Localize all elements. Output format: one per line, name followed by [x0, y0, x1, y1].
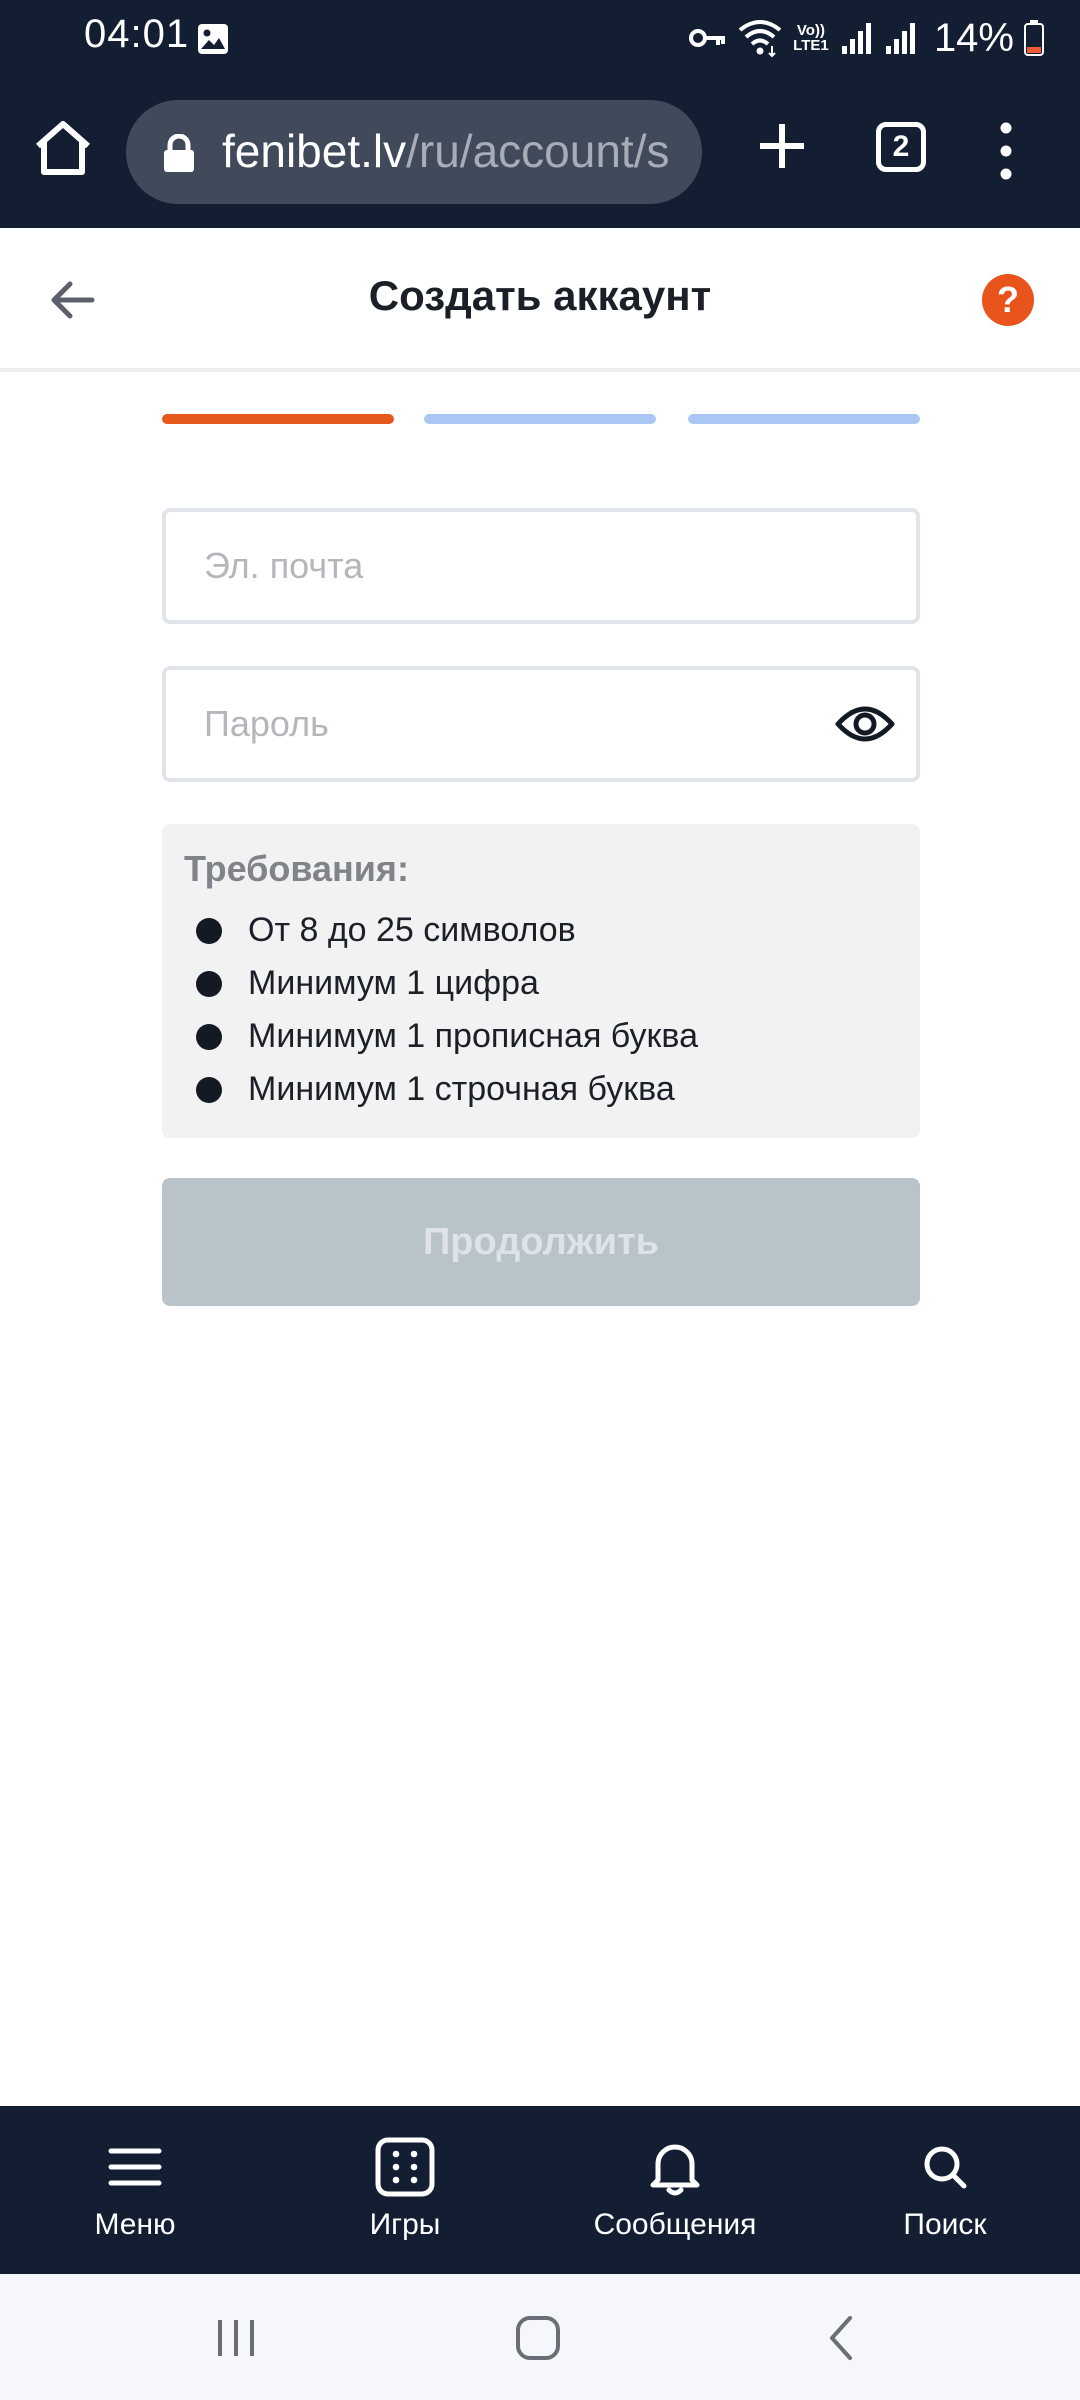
system-back-icon[interactable] [812, 2308, 872, 2368]
url-domain: fenibet.lv [222, 125, 407, 177]
requirements-title: Требования: [184, 848, 409, 889]
requirements-list: От 8 до 25 символов Минимум 1 цифра Мини… [196, 904, 698, 1116]
search-icon [924, 2146, 967, 2189]
nav-label: Сообщения [593, 2208, 757, 2241]
vpn-key-icon [688, 29, 725, 47]
requirement-text: Минимум 1 строчная буква [248, 1070, 675, 1108]
page-header: Создать аккаунт ? [0, 228, 1080, 372]
requirement-item: От 8 до 25 символов [196, 904, 698, 957]
gallery-notification-icon [198, 24, 228, 54]
games-icon [375, 2137, 435, 2197]
recent-apps-icon[interactable] [206, 2308, 266, 2368]
home-icon[interactable] [30, 116, 96, 182]
url-path: /ru/account/s [406, 125, 670, 177]
new-tab-icon[interactable] [754, 118, 810, 174]
signal-icon-2 [885, 23, 915, 54]
help-button[interactable]: ? [982, 274, 1034, 326]
browser-toolbar: fenibet.lv/ru/account/s 2 [0, 78, 1080, 228]
password-input[interactable] [204, 670, 844, 778]
progress-step-3 [688, 414, 920, 424]
nav-item-games[interactable]: Игры [270, 2106, 540, 2274]
bottom-navigation: Меню Игры Сообщения Поиск [0, 2106, 1080, 2274]
nav-item-search[interactable]: Поиск [810, 2106, 1080, 2274]
nav-item-menu[interactable]: Меню [0, 2106, 270, 2274]
continue-button[interactable]: Продолжить [162, 1178, 920, 1306]
nav-item-messages[interactable]: Сообщения [540, 2106, 810, 2274]
requirement-text: От 8 до 25 символов [248, 911, 576, 949]
progress-step-2 [424, 414, 656, 424]
requirement-item: Минимум 1 цифра [196, 957, 698, 1010]
battery-percent: 14% [933, 15, 1014, 60]
wifi-icon [738, 20, 782, 58]
address-bar[interactable]: fenibet.lv/ru/account/s [126, 100, 702, 204]
battery-icon [1024, 20, 1044, 56]
progress-step-1-active [162, 414, 394, 424]
bullet-icon [196, 970, 222, 997]
bullet-icon [196, 917, 222, 944]
bell-icon [650, 2144, 700, 2196]
password-field [162, 666, 920, 782]
requirement-item: Минимум 1 строчная буква [196, 1063, 698, 1116]
status-time: 04:01 [84, 12, 190, 56]
bullet-icon [196, 1023, 222, 1050]
nav-label: Меню [94, 2208, 176, 2241]
tab-switcher-button[interactable]: 2 [876, 122, 926, 172]
bullet-icon [196, 1076, 222, 1103]
lock-icon [164, 134, 194, 172]
nav-label: Поиск [903, 2208, 987, 2241]
email-field [162, 508, 920, 624]
home-circle-icon[interactable] [508, 2308, 568, 2368]
status-icons: Vo)) LTE1 14% [688, 10, 1044, 66]
volte-indicator: Vo)) LTE1 [793, 22, 829, 54]
requirement-item: Минимум 1 прописная буква [196, 1010, 698, 1063]
more-options-icon[interactable] [988, 116, 1024, 186]
menu-icon [108, 2148, 162, 2186]
signal-icon [841, 23, 871, 54]
nav-label: Игры [369, 2208, 441, 2241]
url-text: fenibet.lv/ru/account/s [222, 124, 669, 178]
show-password-eye-icon[interactable] [834, 700, 896, 748]
email-input[interactable] [204, 512, 844, 620]
system-navigation-bar [0, 2274, 1080, 2400]
password-requirements: Требования: От 8 до 25 символов Минимум … [162, 824, 920, 1138]
status-bar: 04:01 Vo)) LTE1 14% [0, 0, 1080, 78]
requirement-text: Минимум 1 прописная буква [248, 1017, 699, 1055]
requirement-text: Минимум 1 цифра [248, 964, 539, 1002]
page-title: Создать аккаунт [368, 272, 712, 319]
